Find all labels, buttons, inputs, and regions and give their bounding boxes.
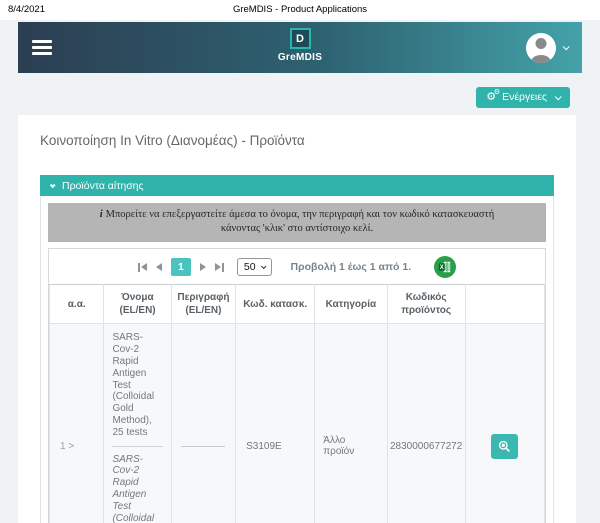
gears-icon: ⚙⚙ — [486, 92, 496, 103]
header-index: α.α. — [50, 285, 104, 324]
collapse-chevron-icon[interactable] — [50, 182, 56, 188]
table-container: 1 50 Προβολή 1 έως 1 από 1. — [48, 248, 546, 523]
header-actions — [465, 285, 544, 324]
panel-header[interactable]: Προϊόντα αίτησης — [40, 175, 554, 196]
logo-d-icon[interactable]: D — [290, 28, 311, 49]
table-row: 1 > SARS-Cov-2 Rapid Antigen Test (Collo… — [50, 324, 545, 523]
app-header: D GreMDIS — [18, 22, 582, 73]
products-panel: Προϊόντα αίτησης iΜπορείτε να επεξεργαστ… — [40, 175, 554, 523]
header-product-code: Κωδικός προϊόντος — [387, 285, 465, 324]
svg-text:X: X — [440, 265, 444, 271]
next-page-button[interactable] — [200, 263, 206, 271]
empty-description-divider — [181, 446, 225, 447]
excel-icon: X — [434, 256, 456, 278]
menu-icon[interactable] — [32, 40, 52, 55]
export-excel-button[interactable]: X — [434, 256, 456, 278]
product-code-cell: 2830000677272 — [387, 324, 465, 523]
app-logo[interactable]: D GreMDIS — [18, 28, 582, 63]
info-message: iΜπορείτε να επεξεργαστείτε άμεσα το όνο… — [48, 203, 546, 242]
pagination-info: Προβολή 1 έως 1 από 1. — [291, 261, 412, 273]
first-page-button[interactable] — [138, 263, 147, 272]
header-manufacturer-code: Κωδ. κατασκ. — [236, 285, 315, 324]
logo-text: GreMDIS — [278, 52, 322, 63]
page-size-select[interactable]: 50 — [237, 258, 272, 276]
info-icon: i — [100, 209, 103, 220]
user-menu[interactable] — [526, 33, 568, 63]
print-document-title: GreMDIS - Product Applications — [0, 4, 600, 15]
page-background: D GreMDIS ⚙⚙ Ενέργειες Κοινοποίηση In Vi… — [0, 20, 600, 523]
name-cell[interactable]: SARS-Cov-2 Rapid Antigen Test (Colloidal… — [104, 324, 171, 523]
chevron-down-icon — [260, 264, 266, 270]
page-size-value: 50 — [244, 261, 256, 273]
actions-button-label: Ενέργειες — [502, 91, 547, 103]
table-header-row: α.α. Όνομα (EL/EN) Περιγραφή (EL/EN) Κωδ… — [50, 285, 545, 324]
pagination: 1 50 Προβολή 1 έως 1 από 1. — [49, 249, 545, 284]
name-el[interactable]: SARS-Cov-2 Rapid Antigen Test (Colloidal… — [112, 332, 162, 438]
panel-title: Προϊόντα αίτησης — [62, 180, 144, 192]
products-table: α.α. Όνομα (EL/EN) Περιγραφή (EL/EN) Κωδ… — [49, 284, 545, 523]
avatar-person-icon — [536, 38, 547, 49]
current-page-button[interactable]: 1 — [171, 258, 191, 276]
user-avatar[interactable] — [526, 33, 556, 63]
view-details-button[interactable] — [491, 434, 518, 459]
panel-body: iΜπορείτε να επεξεργαστείτε άμεσα το όνο… — [40, 196, 554, 523]
name-en[interactable]: SARS-Cov-2 Rapid Antigen Test (Colloidal… — [112, 454, 162, 523]
page-title: Κοινοποίηση In Vitro (Διανομέας) - Προϊό… — [40, 133, 554, 148]
chevron-down-icon[interactable] — [563, 43, 570, 50]
description-cell[interactable] — [171, 324, 235, 523]
header-category: Κατηγορία — [315, 285, 387, 324]
last-page-button[interactable] — [215, 263, 224, 272]
print-header: 8/4/2021 GreMDIS - Product Applications — [0, 0, 600, 20]
manufacturer-code-cell[interactable]: S3109E — [236, 324, 315, 523]
info-text: Μπορείτε να επεξεργαστείτε άμεσα το όνομ… — [106, 209, 495, 234]
header-description: Περιγραφή (EL/EN) — [171, 285, 235, 324]
avatar-person-icon — [531, 55, 551, 63]
chevron-down-icon — [555, 93, 562, 100]
previous-page-button[interactable] — [156, 263, 162, 271]
content-card: Κοινοποίηση In Vitro (Διανομέας) - Προϊό… — [18, 115, 576, 523]
header-name: Όνομα (EL/EN) — [104, 285, 171, 324]
row-index-cell[interactable]: 1 > — [50, 324, 104, 523]
magnifier-zoom-icon — [498, 440, 511, 453]
actions-button[interactable]: ⚙⚙ Ενέργειες — [476, 87, 570, 108]
category-cell: Άλλο προϊόν — [315, 324, 387, 523]
divider — [112, 446, 162, 447]
